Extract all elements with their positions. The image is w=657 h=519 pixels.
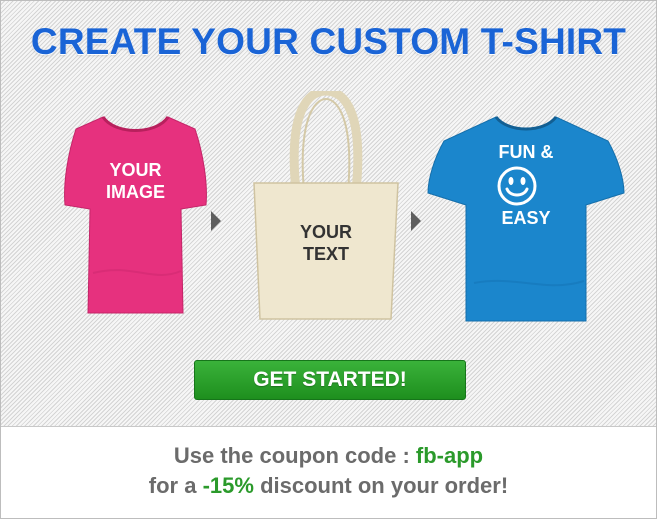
discount-value: -15% [202,473,254,498]
hero-panel: CREATE YOUR CUSTOM T-SHIRT YOUR IMAGE YO [1,1,656,427]
pink-tshirt-image [64,116,207,314]
tote-bag-line-2: TEXT [302,244,349,264]
pink-tshirt-product[interactable]: YOUR IMAGE [53,113,218,318]
coupon-line-2-prefix: for a [148,473,203,498]
page-title: CREATE YOUR CUSTOM T-SHIRT [30,21,627,62]
promo-frame: CREATE YOUR CUSTOM T-SHIRT YOUR IMAGE YO [0,0,657,519]
pink-tshirt-text: YOUR IMAGE [53,159,218,203]
blue-tshirt-line-2: EASY [501,208,551,228]
coupon-line-2-suffix: discount on your order! [253,473,509,498]
blue-tshirt-product[interactable]: FUN & EASY [426,113,626,325]
arrow-right-icon [211,211,221,231]
get-started-button[interactable]: GET STARTED! [194,360,466,400]
tote-bag-line-1: YOUR [299,222,352,242]
smiley-icon [497,166,537,206]
coupon-message: Use the coupon code : fb-app for a -15% … [1,441,656,501]
pink-tshirt-line-2: IMAGE [105,182,165,202]
blue-tshirt-line-1: FUN & [498,142,554,162]
coupon-line-1: Use the coupon code : fb-app [1,441,656,471]
coupon-line-1-prefix: Use the coupon code : [173,443,416,468]
tote-bag-image [253,91,399,320]
tote-bag-product[interactable]: YOUR TEXT [246,91,406,323]
tote-bag-text: YOUR TEXT [246,221,406,265]
coupon-code: fb-app [415,443,484,468]
arrow-right-icon [411,211,421,231]
coupon-line-2: for a -15% discount on your order! [1,471,656,501]
pink-tshirt-line-1: YOUR [109,160,162,180]
